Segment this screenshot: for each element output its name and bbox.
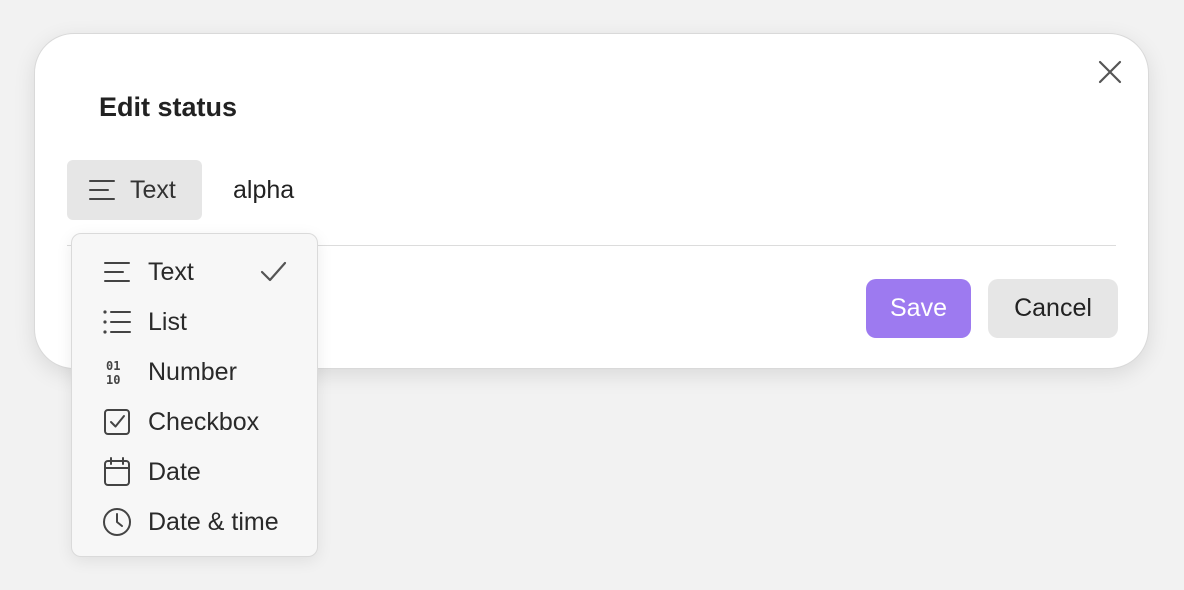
menu-item-label: Date [148, 457, 201, 486]
clock-icon [101, 506, 133, 538]
menu-item-label: Date & time [148, 507, 279, 536]
text-align-left-icon [101, 256, 133, 288]
cancel-button[interactable]: Cancel [988, 279, 1118, 338]
menu-item-date-time[interactable]: Date & time [72, 497, 317, 547]
menu-item-label: Number [148, 357, 237, 386]
menu-item-text[interactable]: Text [72, 247, 317, 297]
close-button[interactable] [1096, 58, 1124, 86]
svg-text:01: 01 [106, 359, 120, 373]
text-align-left-icon [87, 175, 117, 205]
close-icon [1098, 60, 1122, 84]
type-dropdown-menu: Text List 01 10 Number Checkbox Date Dat… [71, 233, 318, 557]
bulleted-list-icon [101, 306, 133, 338]
checkbox-icon [101, 406, 133, 438]
menu-item-label: List [148, 307, 187, 336]
type-selector-button[interactable]: Text [67, 160, 202, 220]
menu-item-label: Text [148, 257, 194, 286]
checkmark-icon [259, 258, 287, 286]
menu-item-checkbox[interactable]: Checkbox [72, 397, 317, 447]
svg-text:10: 10 [106, 373, 120, 386]
menu-item-date[interactable]: Date [72, 447, 317, 497]
menu-item-list[interactable]: List [72, 297, 317, 347]
menu-item-label: Checkbox [148, 407, 260, 436]
dialog-title: Edit status [99, 92, 238, 122]
calendar-icon [101, 456, 133, 488]
binary-number-icon: 01 10 [101, 356, 133, 388]
status-value-input[interactable] [223, 164, 1113, 216]
save-button[interactable]: Save [866, 279, 971, 338]
type-selector-label: Text [130, 175, 176, 204]
menu-item-number[interactable]: 01 10 Number [72, 347, 317, 397]
